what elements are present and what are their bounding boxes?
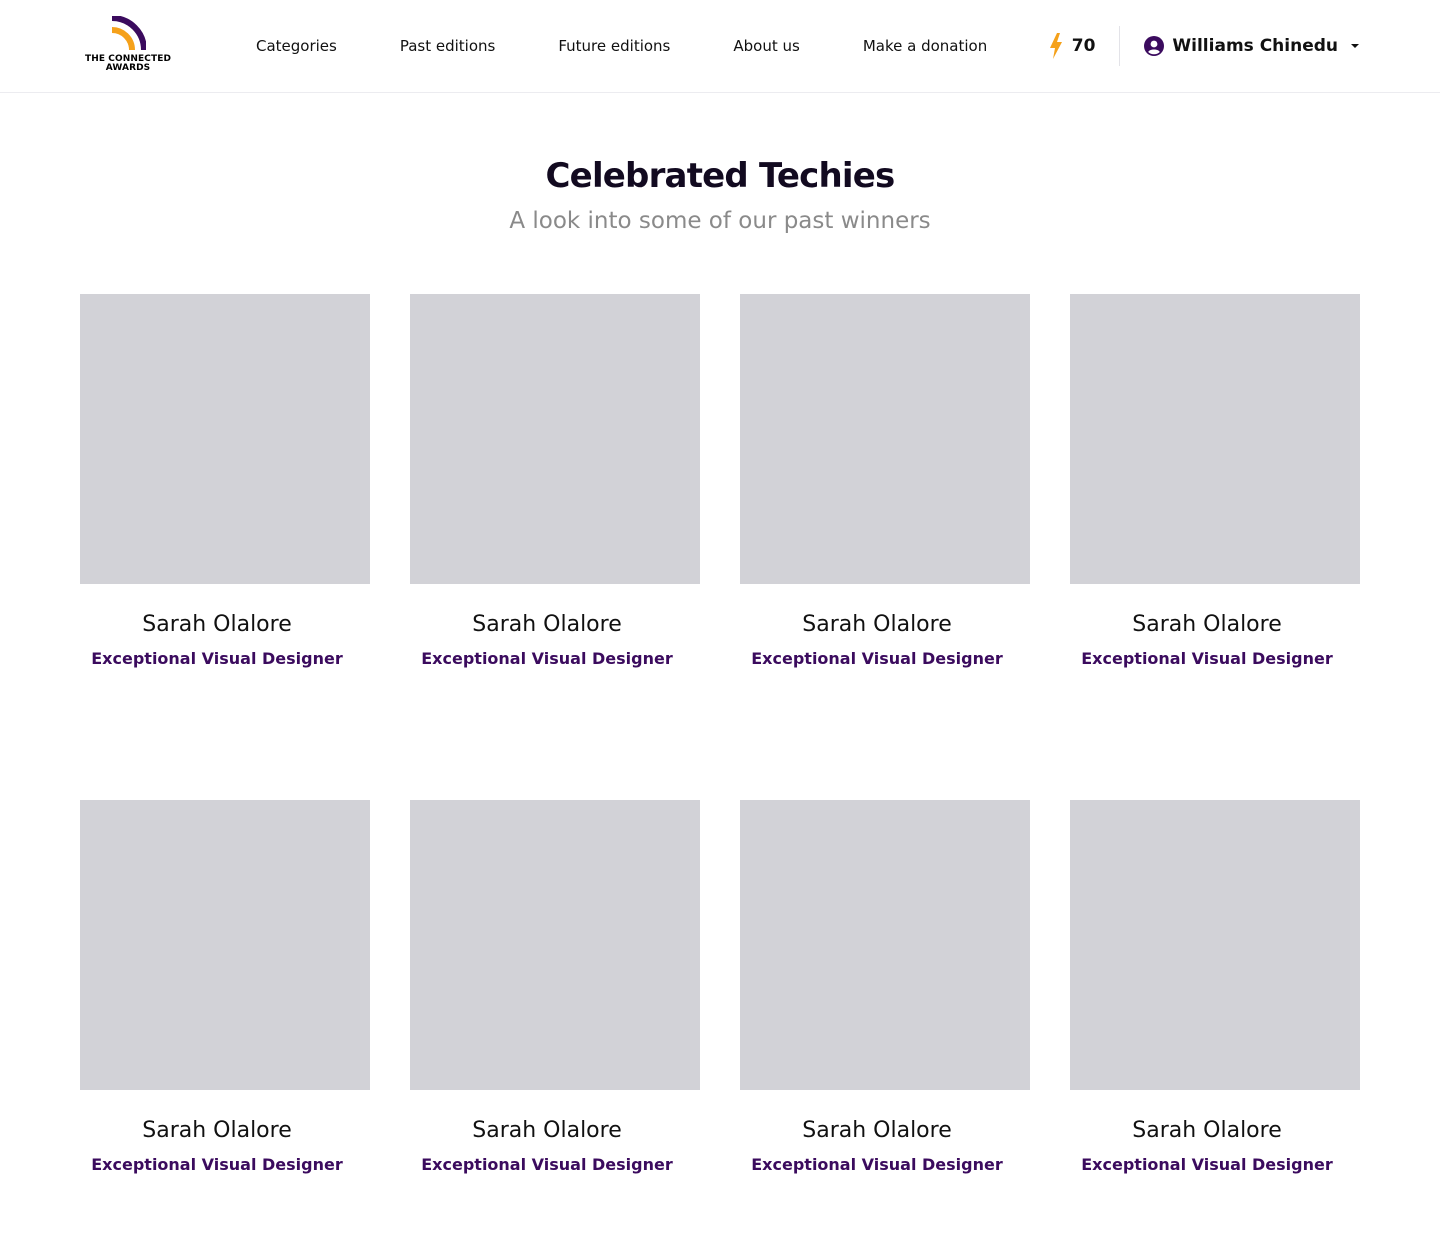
winner-card[interactable]: Sarah Olalore Exceptional Visual Designe…: [1070, 800, 1360, 1174]
logo-text-line2: AWARDS: [105, 63, 151, 73]
nav-past-editions[interactable]: Past editions: [400, 37, 496, 55]
winner-role: Exceptional Visual Designer: [421, 1155, 673, 1174]
winner-card[interactable]: Sarah Olalore Exceptional Visual Designe…: [1070, 294, 1360, 668]
points-counter[interactable]: 70: [1048, 33, 1096, 59]
user-menu[interactable]: Williams Chinedu: [1144, 36, 1360, 56]
header-divider: [1119, 26, 1121, 66]
user-name: Williams Chinedu: [1172, 36, 1338, 56]
caret-down-icon[interactable]: [1350, 43, 1360, 49]
nav-future-editions[interactable]: Future editions: [558, 37, 670, 55]
winner-role: Exceptional Visual Designer: [751, 1155, 1003, 1174]
winner-role: Exceptional Visual Designer: [91, 649, 343, 668]
winner-card[interactable]: Sarah Olalore Exceptional Visual Designe…: [740, 294, 1030, 668]
lightning-bolt-icon: [1049, 33, 1062, 59]
nav-categories[interactable]: Categories: [256, 37, 337, 55]
winner-card[interactable]: Sarah Olalore Exceptional Visual Designe…: [80, 800, 370, 1174]
winner-photo: [740, 800, 1030, 1090]
logo-arcs-icon: [111, 16, 146, 51]
winners-grid: Sarah Olalore Exceptional Visual Designe…: [80, 294, 1360, 1174]
header-right: 70 Williams Chinedu: [1048, 0, 1360, 92]
winner-name: Sarah Olalore: [142, 1118, 292, 1143]
winner-role: Exceptional Visual Designer: [1081, 1155, 1333, 1174]
winner-photo: [740, 294, 1030, 584]
winner-card[interactable]: Sarah Olalore Exceptional Visual Designe…: [410, 800, 700, 1174]
winner-name: Sarah Olalore: [802, 1118, 952, 1143]
winner-card[interactable]: Sarah Olalore Exceptional Visual Designe…: [80, 294, 370, 668]
winner-role: Exceptional Visual Designer: [1081, 649, 1333, 668]
winner-role: Exceptional Visual Designer: [751, 649, 1003, 668]
page-subtitle: A look into some of our past winners: [509, 208, 931, 234]
user-circle-icon: [1144, 36, 1165, 56]
winner-name: Sarah Olalore: [142, 612, 292, 637]
nav-make-a-donation[interactable]: Make a donation: [863, 37, 987, 55]
points-value: 70: [1071, 36, 1096, 56]
winner-role: Exceptional Visual Designer: [421, 649, 673, 668]
brand-logo[interactable]: THE CONNECTED AWARDS: [80, 16, 176, 76]
page-title: Celebrated Techies: [545, 156, 896, 196]
winner-photo: [1070, 294, 1360, 584]
winner-card[interactable]: Sarah Olalore Exceptional Visual Designe…: [740, 800, 1030, 1174]
hero-section: Celebrated Techies A look into some of o…: [0, 156, 1440, 234]
winner-photo: [410, 294, 700, 584]
winner-card[interactable]: Sarah Olalore Exceptional Visual Designe…: [410, 294, 700, 668]
winner-photo: [80, 800, 370, 1090]
winner-name: Sarah Olalore: [1132, 612, 1282, 637]
winner-name: Sarah Olalore: [472, 1118, 622, 1143]
winner-name: Sarah Olalore: [472, 612, 622, 637]
winner-role: Exceptional Visual Designer: [91, 1155, 343, 1174]
winner-photo: [80, 294, 370, 584]
winner-name: Sarah Olalore: [802, 612, 952, 637]
main-nav: Categories Past editions Future editions…: [256, 37, 987, 55]
winner-photo: [1070, 800, 1360, 1090]
winner-photo: [410, 800, 700, 1090]
site-header: THE CONNECTED AWARDS Categories Past edi…: [0, 0, 1440, 93]
winner-name: Sarah Olalore: [1132, 1118, 1282, 1143]
nav-about-us[interactable]: About us: [733, 37, 799, 55]
